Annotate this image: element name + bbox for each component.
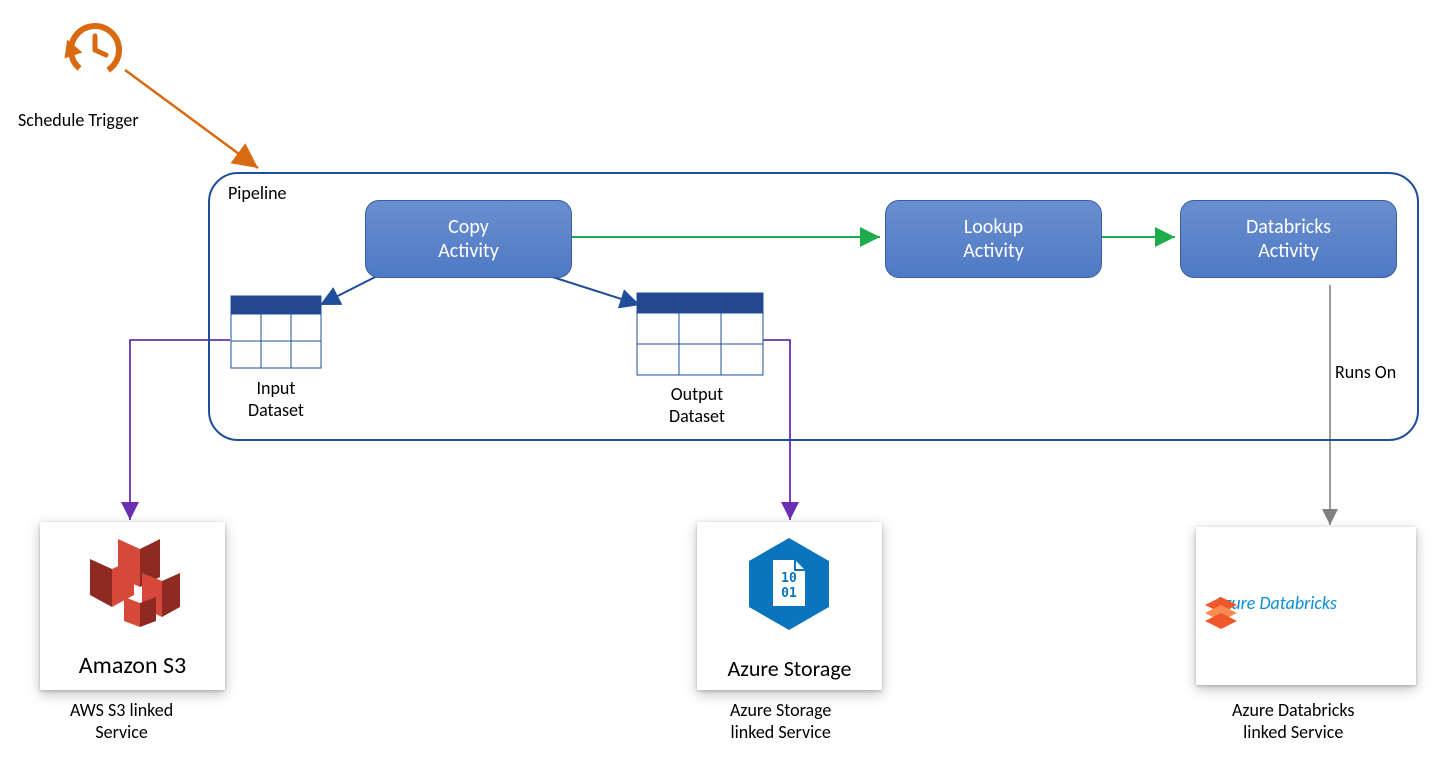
amazon-s3-icon: [40, 522, 225, 647]
azure-storage-icon: 10 01: [697, 522, 882, 650]
svg-text:01: 01: [781, 586, 797, 601]
output-dataset-icon: [636, 292, 776, 382]
input-dataset-icon: [230, 295, 330, 375]
azure-databricks-service-card: Azure Databricks: [1196, 527, 1416, 685]
output-dataset-label: Output Dataset: [669, 384, 725, 427]
s3-service-card: Amazon S3: [40, 522, 225, 690]
input-dataset-label: Input Dataset: [248, 378, 304, 421]
svg-text:10: 10: [781, 571, 797, 586]
azure-storage-service-title: Azure Storage: [697, 655, 882, 682]
schedule-trigger-label: Schedule Trigger: [18, 110, 139, 132]
copy-activity: Copy Activity: [365, 200, 572, 278]
schedule-trigger-icon: [55, 10, 135, 90]
s3-service-label: AWS S3 linked Service: [70, 700, 173, 743]
azure-databricks-service-label: Azure Databricks linked Service: [1232, 700, 1354, 743]
runs-on-label: Runs On: [1335, 362, 1396, 384]
azure-storage-service-card: 10 01 Azure Storage: [697, 522, 882, 690]
azure-databricks-icon: [1196, 582, 1246, 632]
pipeline-label: Pipeline: [228, 182, 287, 204]
diagram-canvas: Schedule Trigger Pipeline Copy Activity …: [0, 0, 1432, 761]
arrow-trigger-to-pipeline: [125, 70, 258, 168]
lookup-activity: Lookup Activity: [885, 200, 1102, 278]
databricks-activity: Databricks Activity: [1180, 200, 1397, 278]
s3-service-title: Amazon S3: [40, 651, 225, 680]
azure-storage-service-label: Azure Storage linked Service: [730, 700, 831, 743]
